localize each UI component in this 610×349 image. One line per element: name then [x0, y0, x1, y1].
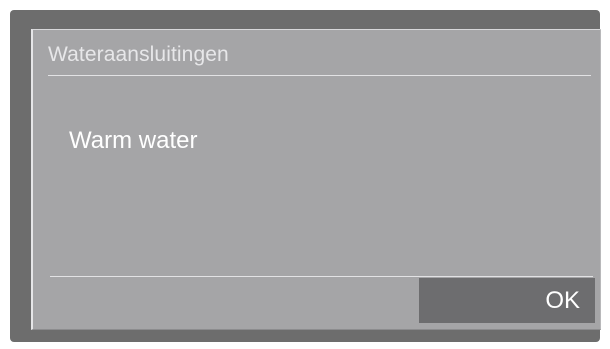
device-bezel: Wateraansluitingen Warm water OK	[10, 10, 601, 342]
dialog-message: Warm water	[69, 127, 198, 154]
footer-divider	[50, 276, 593, 277]
footer-empty-area	[50, 278, 420, 323]
display-screen: Wateraansluitingen Warm water OK	[31, 29, 601, 330]
ok-button-label: OK	[545, 286, 580, 314]
dialog-title: Wateraansluitingen	[48, 43, 229, 66]
title-divider	[48, 75, 591, 76]
ok-button[interactable]: OK	[419, 278, 595, 323]
